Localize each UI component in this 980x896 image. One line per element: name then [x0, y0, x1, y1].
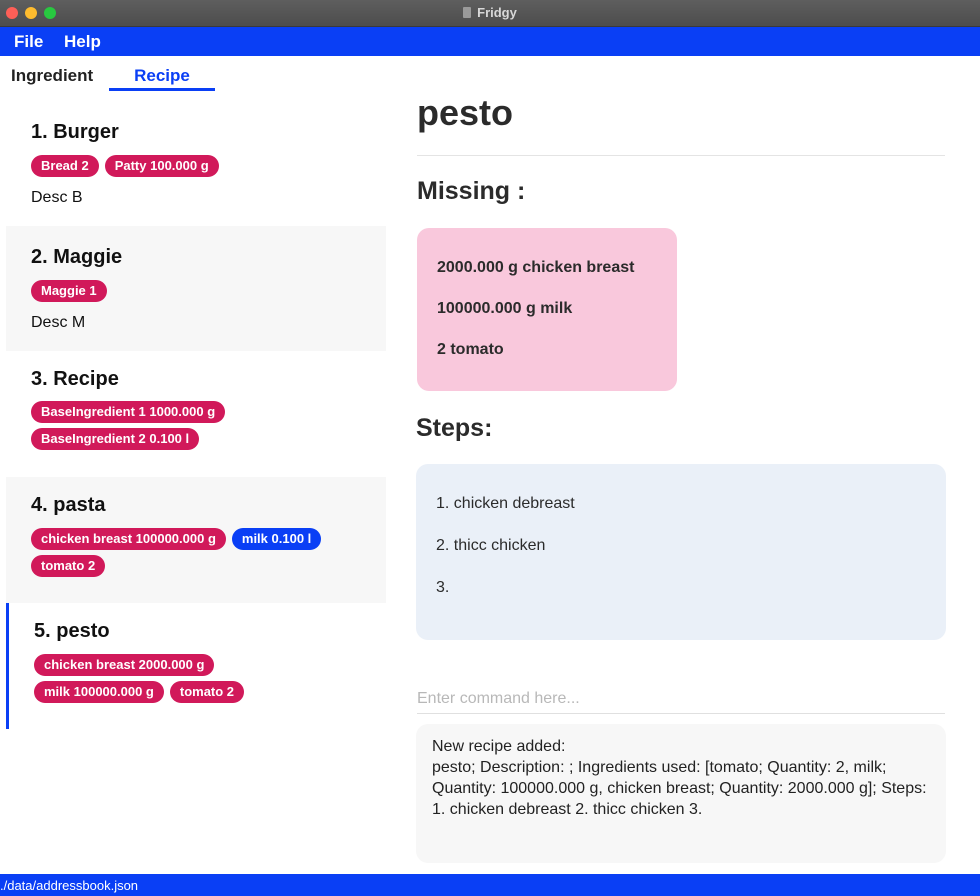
recipe-description: Desc B — [31, 189, 83, 206]
command-input[interactable] — [417, 684, 945, 714]
status-bar: ./data/addressbook.json — [0, 874, 980, 896]
menu-help[interactable]: Help — [64, 32, 101, 52]
ingredient-tag: tomato 2 — [169, 681, 245, 703]
storage-path: ./data/addressbook.json — [0, 878, 139, 893]
steps-heading: Steps: — [416, 414, 493, 442]
tab-ingredient[interactable]: Ingredient — [11, 66, 93, 86]
ingredient-tag: chicken breast 100000.000 g — [31, 528, 226, 550]
ingredient-tag: BaseIngredient 1 1000.000 g — [31, 401, 226, 423]
recipe-card[interactable]: 2. Maggie Maggie 1 Desc M — [6, 226, 386, 351]
recipe-description: Desc M — [31, 314, 86, 331]
tag-list: chicken breast 100000.000 g milk 0.100 l t… — [31, 528, 371, 582]
title-bar: Fridgy — [0, 0, 980, 27]
ingredient-tag: milk 0.100 l — [231, 528, 322, 550]
result-line: New recipe added: — [432, 738, 566, 755]
step-item: 3. — [436, 579, 450, 596]
document-icon — [463, 7, 472, 18]
recipe-card[interactable]: 1. Burger Bread 2 Patty 100.000 g Desc B — [6, 100, 386, 226]
ingredient-tag: Maggie 1 — [31, 280, 107, 302]
active-tab-indicator — [109, 88, 215, 91]
recipe-title: 1. Burger — [31, 121, 119, 143]
recipe-list[interactable]: 1. Burger Bread 2 Patty 100.000 g Desc B … — [6, 100, 386, 729]
ingredient-tag: chicken breast 2000.000 g — [34, 654, 215, 676]
step-item: 1. chicken debreast — [436, 495, 575, 512]
recipe-title: 3. Recipe — [31, 368, 119, 390]
ingredient-tag: milk 100000.000 g — [34, 681, 164, 703]
ingredient-tag: Patty 100.000 g — [104, 155, 219, 177]
window-title: Fridgy — [477, 5, 517, 20]
menu-bar: File Help — [0, 27, 980, 56]
missing-ingredients-panel: 2000.000 g chicken breast 100000.000 g m… — [417, 228, 677, 391]
ingredient-tag: BaseIngredient 2 0.100 l — [31, 428, 200, 450]
recipe-card[interactable]: 4. pasta chicken breast 100000.000 g milk… — [6, 477, 386, 603]
missing-item: 2 tomato — [437, 341, 504, 358]
missing-item: 2000.000 g chicken breast — [437, 259, 635, 276]
tag-list: BaseIngredient 1 1000.000 g BaseIngredien… — [31, 401, 371, 455]
ingredient-tag: Bread 2 — [31, 155, 99, 177]
recipe-title: 4. pasta — [31, 494, 106, 516]
ingredient-tag: tomato 2 — [31, 555, 106, 577]
tag-list: chicken breast 2000.000 g milk 100000.000… — [34, 654, 374, 708]
recipe-title: 2. Maggie — [31, 246, 123, 268]
recipe-card[interactable]: 3. Recipe BaseIngredient 1 1000.000 g Bas… — [6, 351, 386, 477]
tag-list: Bread 2 Patty 100.000 g — [31, 155, 371, 182]
tag-list: Maggie 1 — [31, 280, 371, 307]
step-item: 2. thicc chicken — [436, 537, 546, 554]
tab-recipe[interactable]: Recipe — [109, 66, 215, 86]
result-line: pesto; Description: ; Ingredients used: … — [432, 759, 931, 818]
missing-item: 100000.000 g milk — [437, 300, 573, 317]
steps-panel: 1. chicken debreast 2. thicc chicken 3. — [416, 464, 946, 640]
recipe-title: 5. pesto — [34, 620, 110, 642]
menu-file[interactable]: File — [14, 32, 43, 52]
recipe-card-selected[interactable]: 5. pesto chicken breast 2000.000 g milk 1… — [6, 603, 386, 729]
detail-title: pesto — [417, 92, 514, 133]
divider — [417, 155, 945, 156]
result-display: New recipe added: pesto; Description: ; … — [416, 724, 946, 863]
missing-heading: Missing : — [417, 177, 526, 205]
